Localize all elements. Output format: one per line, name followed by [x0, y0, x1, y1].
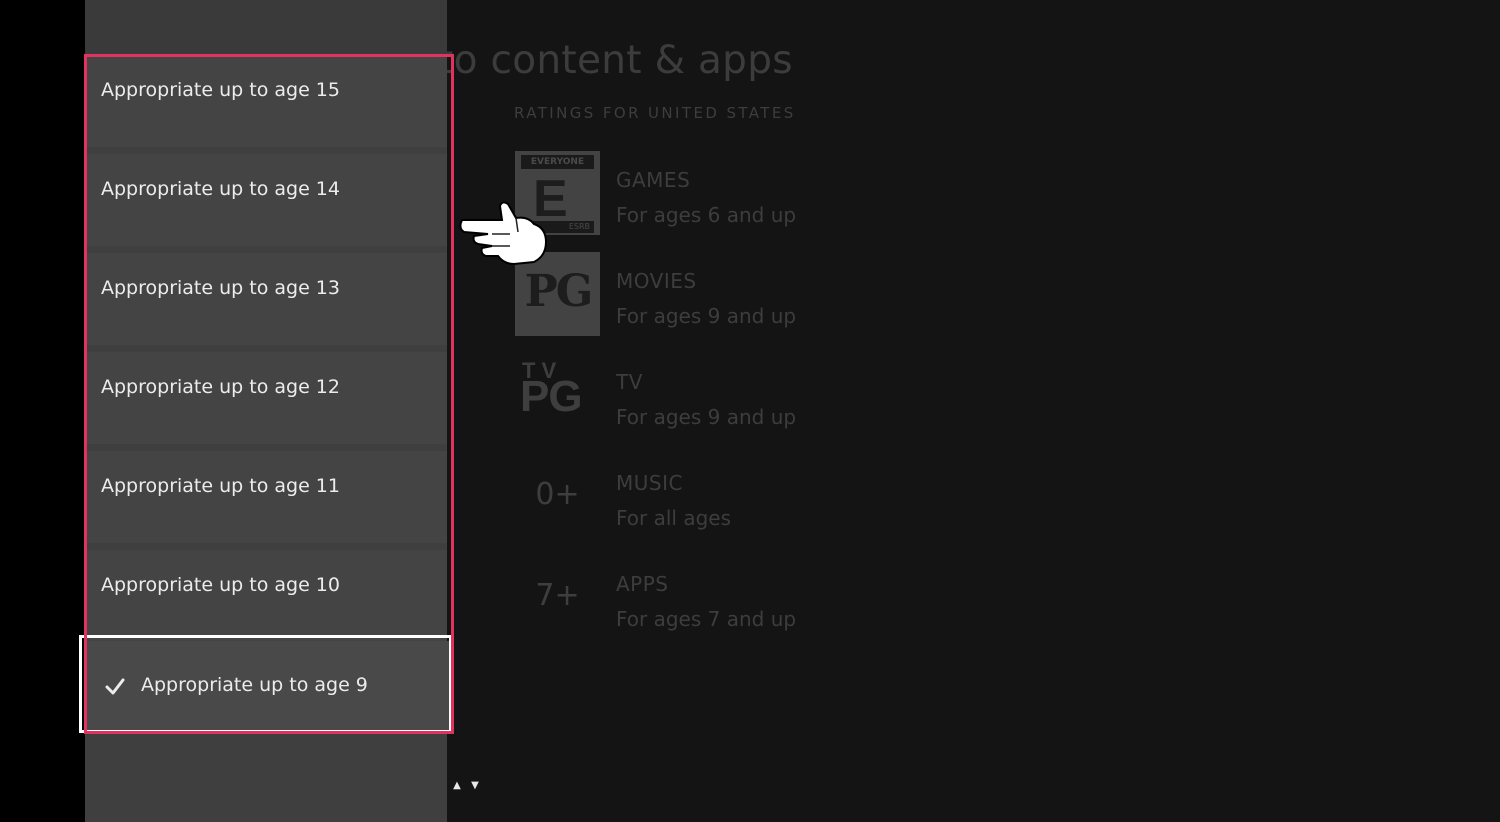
- option-label: Appropriate up to age 14: [101, 178, 340, 200]
- rating-category: TV: [616, 370, 643, 394]
- rating-category: MOVIES: [616, 269, 697, 293]
- option-age-12[interactable]: Appropriate up to age 12: [85, 352, 447, 444]
- rating-row-movies[interactable]: PG MOVIES For ages 9 and up: [514, 251, 914, 337]
- ratings-heading: RATINGS FOR UNITED STATES: [514, 104, 796, 122]
- rating-category: MUSIC: [616, 471, 683, 495]
- option-label: Appropriate up to age 10: [101, 574, 340, 596]
- option-age-15[interactable]: Appropriate up to age 15: [85, 55, 447, 147]
- focus-outline: [79, 635, 452, 733]
- rating-category: GAMES: [616, 168, 691, 192]
- tv-pg-badge-icon: TV PG: [520, 358, 583, 421]
- left-margin: [0, 0, 85, 822]
- scroll-arrows[interactable]: ▲ ▼: [451, 780, 481, 792]
- option-age-14[interactable]: Appropriate up to age 14: [85, 154, 447, 246]
- option-age-10[interactable]: Appropriate up to age 10: [85, 550, 447, 642]
- rating-row-tv[interactable]: TV PG TV For ages 9 and up: [514, 352, 914, 438]
- rating-row-games[interactable]: EVERYONE E ESRB GAMES For ages 6 and up: [514, 150, 914, 236]
- age-rating-badge: 7+: [535, 578, 580, 613]
- rating-description: For ages 6 and up: [616, 203, 797, 227]
- option-label: Appropriate up to age 13: [101, 277, 340, 299]
- option-label: Appropriate up to age 15: [101, 79, 340, 101]
- hand-pointer-icon: [459, 201, 548, 266]
- rating-row-apps[interactable]: 7+ APPS For ages 7 and up: [514, 554, 914, 640]
- rating-description: For ages 9 and up: [616, 304, 797, 328]
- option-age-11[interactable]: Appropriate up to age 11: [85, 451, 447, 543]
- option-label: Appropriate up to age 11: [101, 475, 340, 497]
- scroll-down-icon[interactable]: ▼: [469, 780, 481, 792]
- rating-category: APPS: [616, 572, 669, 596]
- option-age-13[interactable]: Appropriate up to age 13: [85, 253, 447, 345]
- rating-description: For all ages: [616, 506, 732, 530]
- panel-top-strip: [85, 0, 447, 55]
- age-rating-badge: 0+: [535, 477, 580, 512]
- option-label: Appropriate up to age 12: [101, 376, 340, 398]
- scroll-up-icon[interactable]: ▲: [451, 780, 463, 792]
- rating-description: For ages 9 and up: [616, 405, 797, 429]
- screen: Access to content & apps RATINGS FOR UNI…: [0, 0, 1500, 822]
- rating-row-music[interactable]: 0+ MUSIC For all ages: [514, 453, 914, 539]
- rating-description: For ages 7 and up: [616, 607, 797, 631]
